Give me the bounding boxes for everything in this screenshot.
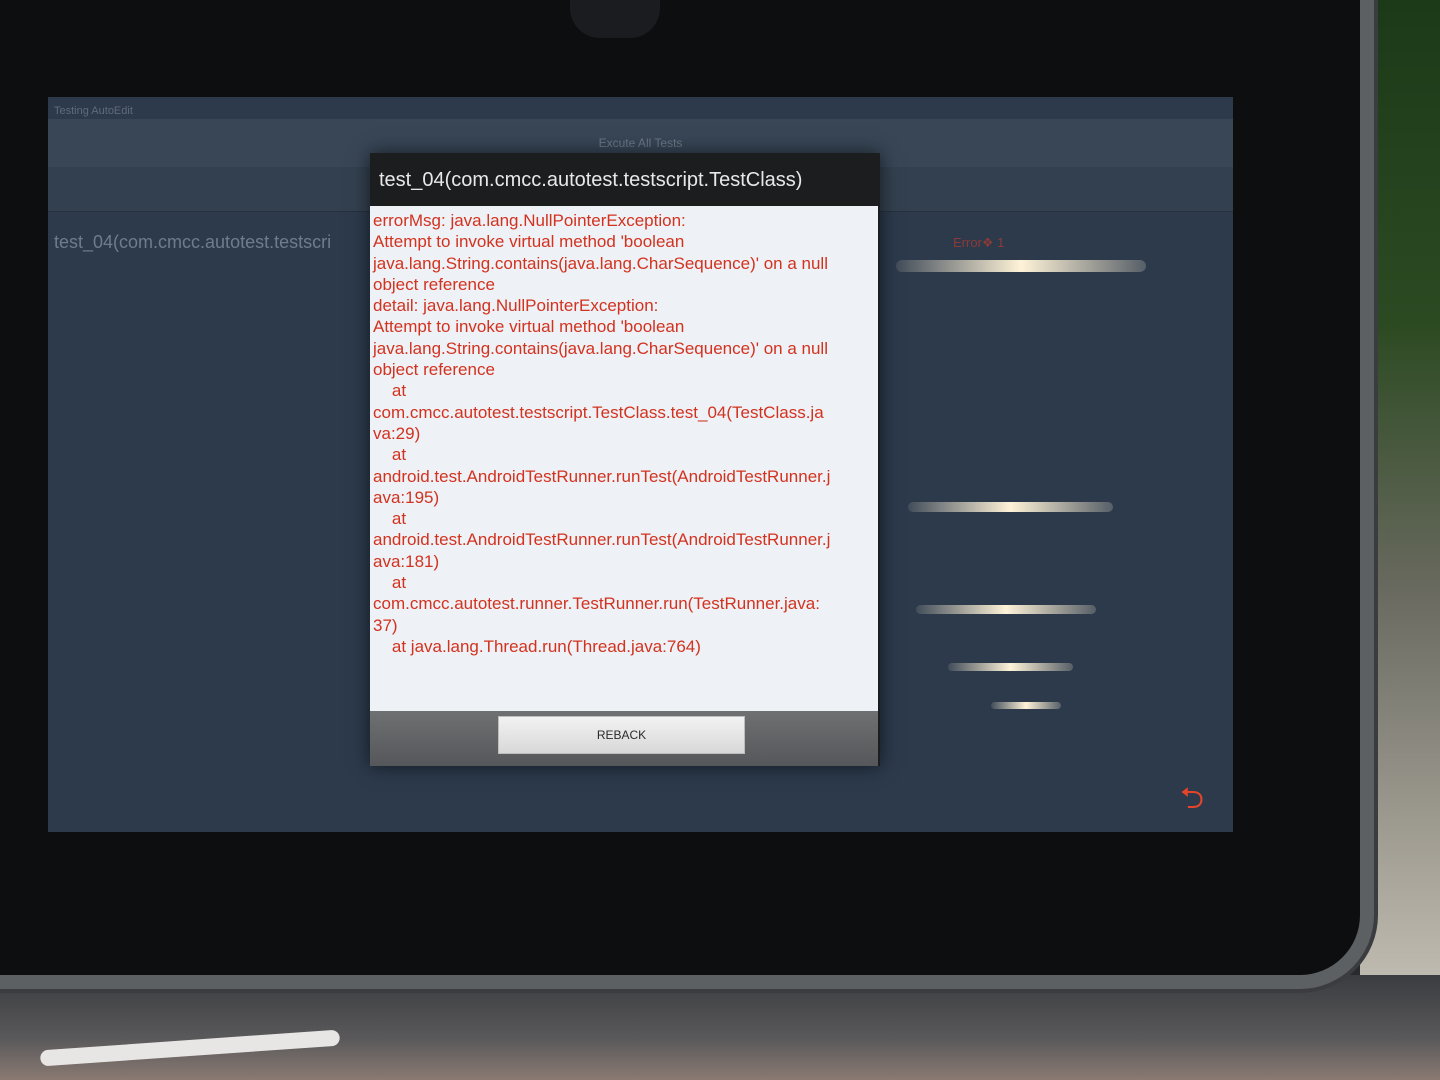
error-line: android.test.AndroidTestRunner.runTest(A… — [373, 466, 831, 486]
test-list-item[interactable]: test_04(com.cmcc.autotest.testscri — [54, 232, 331, 253]
back-arrow-icon[interactable]: ⮌ — [1172, 784, 1212, 814]
reback-button[interactable]: REBACK — [498, 716, 745, 754]
error-message-text: errorMsg: java.lang.NullPointerException… — [370, 206, 878, 657]
error-line: at — [391, 381, 407, 401]
error-line: at — [391, 509, 407, 529]
error-message-panel: errorMsg: java.lang.NullPointerException… — [370, 206, 878, 761]
desk-surface — [0, 975, 1440, 1080]
screen-glare — [908, 502, 1113, 512]
dialog-footer: REBACK — [370, 711, 878, 766]
error-line: at — [391, 573, 407, 593]
error-line: Attempt to invoke virtual method 'boolea… — [373, 317, 685, 337]
screen-glare — [916, 605, 1096, 614]
error-line: com.cmcc.autotest.testscript.TestClass.t… — [373, 402, 824, 422]
error-dialog: test_04(com.cmcc.autotest.testscript.Tes… — [370, 153, 880, 766]
app-name: Testing AutoEdit — [54, 105, 133, 117]
error-line: errorMsg: java.lang.NullPointerException… — [373, 211, 686, 230]
error-line: ava:181) — [373, 551, 440, 571]
background-plant — [1360, 0, 1440, 1080]
tab-error[interactable]: Error❖ 1 — [953, 235, 1004, 251]
error-line: at — [391, 445, 407, 465]
dialog-title: test_04(com.cmcc.autotest.testscript.Tes… — [379, 169, 803, 191]
error-line: ava:195) — [373, 487, 440, 507]
error-line: com.cmcc.autotest.runner.TestRunner.run(… — [373, 594, 820, 614]
error-line: android.test.AndroidTestRunner.runTest(A… — [373, 530, 831, 550]
error-line: java.lang.String.contains(java.lang.Char… — [373, 338, 828, 358]
camera-housing — [570, 0, 660, 38]
error-line: object reference — [373, 274, 495, 294]
error-line: va:29) — [373, 423, 421, 443]
screen-glare — [991, 702, 1061, 709]
reback-label: REBACK — [596, 728, 647, 742]
error-line: 37) — [373, 615, 398, 635]
error-line: at java.lang.Thread.run(Thread.java:764) — [373, 636, 701, 656]
execute-all-tests-label: Excute All Tests — [598, 136, 683, 150]
screen-glare — [896, 260, 1146, 272]
error-line: object reference — [373, 360, 495, 380]
error-line: Attempt to invoke virtual method 'boolea… — [373, 232, 685, 252]
screen-glare — [948, 663, 1073, 671]
error-line: java.lang.String.contains(java.lang.Char… — [373, 253, 828, 273]
error-line: detail: java.lang.NullPointerException: — [373, 296, 659, 316]
